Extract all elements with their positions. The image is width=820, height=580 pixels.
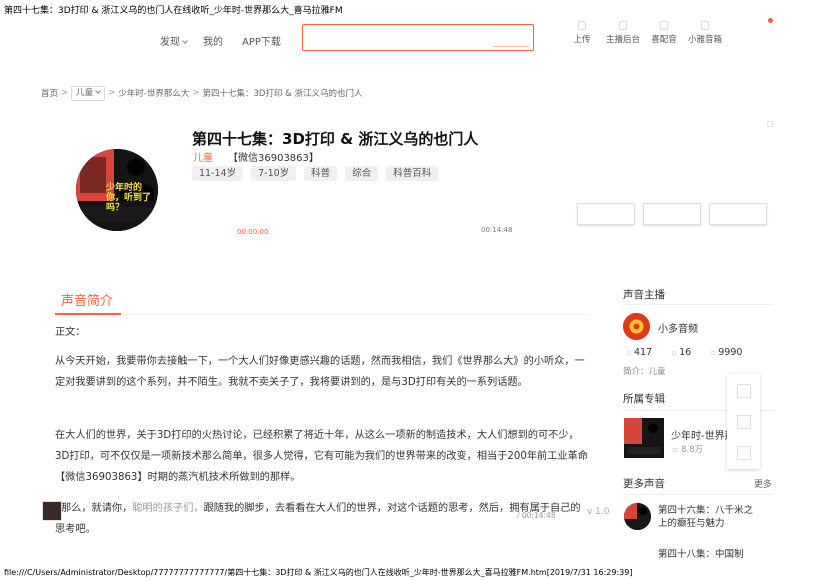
breadcrumb-separator: > [61,88,69,98]
dubbing-button[interactable]: 喜配音 [644,21,684,45]
anchor-stats: 417 16 9990 [627,347,742,358]
stat-item: 417 [627,347,652,358]
action-button[interactable] [577,203,635,225]
track-title: 第四十七集：3D打印 & 浙江义乌的也门人 [192,130,479,148]
anchor-name[interactable]: 小多音频 [658,320,698,335]
track-cover[interactable]: 少年时的你，听到了吗？ [76,149,158,231]
dubbing-label: 喜配音 [651,35,677,45]
track-tags: 11-14岁 7-10岁 科普 综合 科普百科 [192,166,439,181]
more-track-thumbnail[interactable] [624,503,651,530]
breadcrumb-album[interactable]: 少年时-世界那么大 [118,87,189,99]
more-track-cover-image [624,503,651,530]
tag[interactable]: 11-14岁 [192,166,244,181]
intro-label: 正文： [55,327,86,338]
floating-button[interactable] [737,415,751,429]
breadcrumb-category[interactable]: 儿童 [71,85,106,101]
search-input[interactable] [302,24,534,51]
more-tracks-link[interactable]: 更多 [754,477,772,490]
search-button[interactable] [493,46,529,47]
breadcrumb-separator: > [108,88,116,98]
nav-app-download[interactable]: APP下载 [242,33,281,48]
fans-icon [711,351,716,355]
player-current-time: 00:00:00 [237,228,269,236]
intro-tab[interactable]: 声音简介 [61,290,113,309]
section-divider [623,304,774,305]
stat-value: 417 [634,347,653,358]
speaker-icon [701,21,709,30]
chevron-down-icon [182,38,188,44]
anchor-backend-label: 主播后台 [605,35,640,45]
tag[interactable]: 科普 [304,166,338,181]
play-count-icon [673,448,677,452]
player-total-time: 00:14:48 [481,226,513,234]
intro-text-faded: 聪明的孩子们， [132,503,204,514]
page-title: 第四十七集：3D打印 & 浙江义乌的也门人在线收听_少年时-世界那么大_喜马拉雅… [4,6,343,16]
tracks-icon [627,351,631,355]
mini-player-version: v 1.0 [587,507,610,517]
anchor-intro: 简介：儿童 [623,367,666,377]
tag[interactable]: 7-10岁 [251,166,297,181]
album-heading: 所属专辑 [623,393,665,405]
floating-toolbar [727,374,760,469]
breadcrumb-category-label: 儿童 [76,87,94,98]
upload-label: 上传 [573,35,591,45]
nav-mine[interactable]: 我的 [203,33,223,48]
album-cover-image [624,418,664,458]
track-category-link[interactable]: 儿童 [193,149,213,164]
track-wechat: 【微信36903863】 [228,153,319,164]
intro-paragraph: 那么，就请你，聪明的孩子们，跟随我的脚步，去看看在大人们的世界，对这个话题的思考… [55,498,590,540]
album-play-count-value: 8.8万 [681,445,704,455]
mini-player-thumbnail[interactable] [42,501,62,521]
breadcrumb-home[interactable]: 首页 [41,87,58,99]
floating-button[interactable] [737,446,751,460]
breadcrumb-separator: > [192,88,200,98]
anchor-avatar[interactable] [623,313,650,340]
notification-dot[interactable] [768,18,773,23]
intro-paragraph: 从今天开始，我要带你去接触一下，一个大人们好像更感兴趣的话题，然而我相信，我们《… [55,356,585,388]
speaker-label: 小雅音箱 [687,35,722,45]
anchor-heading: 声音主播 [623,289,665,301]
mini-player-time: / 00:14:48 [517,511,556,520]
more-track-item[interactable]: 第四十六集：八千米之上的癫狂与魅力 [658,504,762,530]
album-name[interactable]: 少年时-世界那么大 [671,427,729,442]
more-track-item[interactable]: 第四十八集：中国制 [658,546,744,560]
tag[interactable]: 综合 [345,166,379,181]
more-tracks-heading: 更多声音 [623,478,665,490]
breadcrumb-current: 第四十七集：3D打印 & 浙江义乌的也门人 [202,89,363,99]
intro-paragraph: 在大人们的世界，关于3D打印的火热讨论，已经积累了将近十年，从这么一项新的制造技… [55,430,588,483]
speaker-button[interactable]: 小雅音箱 [685,21,725,45]
upload-button[interactable]: 上传 [562,21,602,45]
anchor-logo-icon [623,313,650,340]
floating-button[interactable] [737,384,751,398]
nav-discover-label: 发现 [160,37,180,48]
section-divider [623,494,774,495]
album-play-count: 8.8万 [673,443,703,455]
section-divider [121,314,588,315]
tag[interactable]: 科普百科 [386,166,439,181]
stat-item: 9990 [711,347,742,358]
intro-text: 那么，就请你， [61,503,133,514]
following-icon [672,351,677,355]
album-cover[interactable] [624,418,664,458]
anchor-backend-button[interactable]: 主播后台 [603,21,643,45]
footer-file-path: file:///C/Users/Administrator/Desktop/77… [4,568,633,577]
stat-item: 16 [672,347,691,358]
stat-value: 16 [679,347,692,358]
upload-icon [578,21,586,30]
intro-tab-underline [55,313,121,315]
microphone-icon [660,21,668,30]
cover-text: 少年时的你，听到了吗？ [106,183,152,213]
nav-discover[interactable]: 发现 [160,33,188,48]
action-button[interactable] [709,203,767,225]
chevron-down-icon [95,88,101,94]
stat-value: 9990 [718,347,743,358]
dashboard-icon [619,21,627,30]
menu-icon[interactable] [767,121,773,127]
action-button[interactable] [643,203,701,225]
breadcrumb: 首页 > 儿童 > 少年时-世界那么大 > 第四十七集：3D打印 & 浙江义乌的… [41,85,362,101]
